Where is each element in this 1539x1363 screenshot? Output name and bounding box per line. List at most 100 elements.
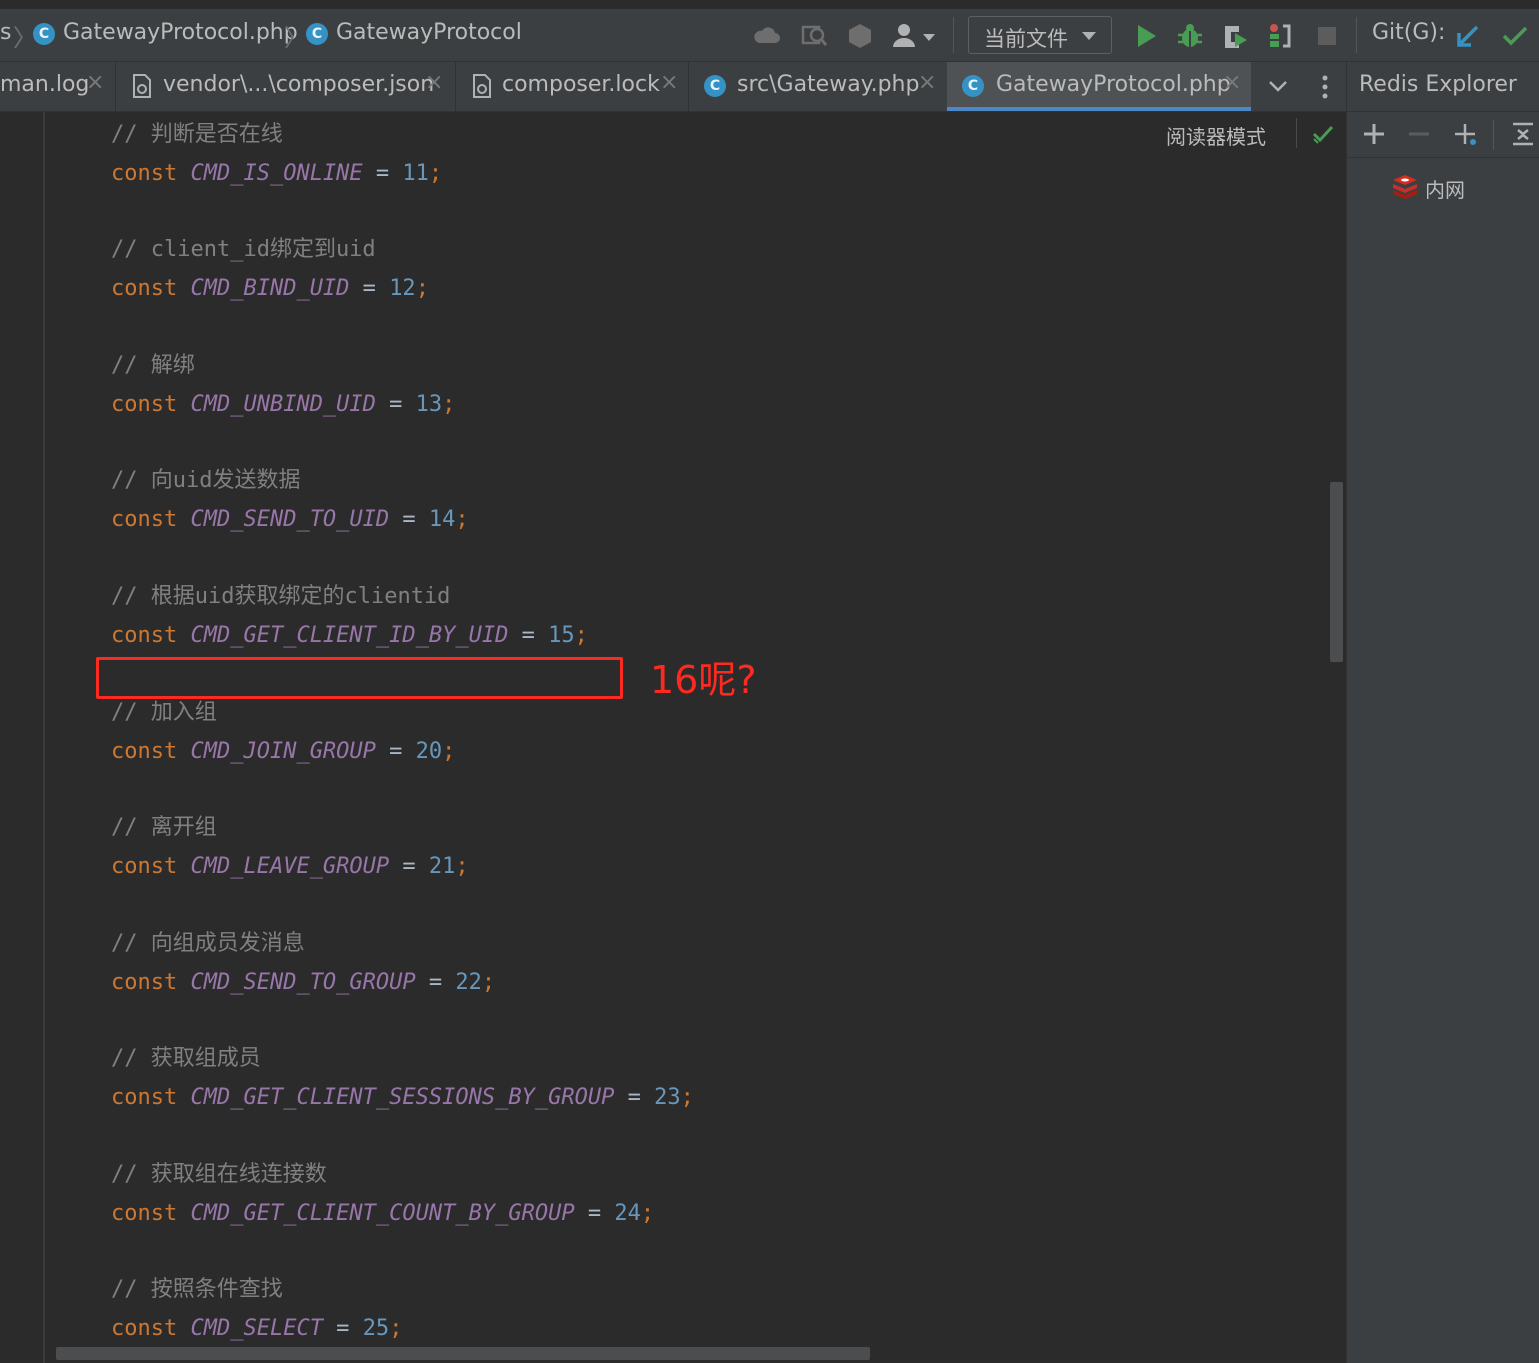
close-icon[interactable]: × <box>918 70 936 95</box>
redis-connection-label: 内网 <box>1425 178 1465 202</box>
code-constant-name: CMD_SELECT <box>190 1316 323 1341</box>
redis-explorer-title: Redis Explorer <box>1359 72 1517 97</box>
code-keyword: const <box>111 392 178 417</box>
code-operator: = <box>349 276 390 301</box>
close-icon[interactable]: × <box>660 70 678 95</box>
close-icon[interactable]: × <box>425 70 443 95</box>
code-const-line: const CMD_IS_ONLINE = 11; <box>111 159 442 189</box>
code-semicolon: ; <box>442 739 456 764</box>
toolbar-separator <box>1493 120 1494 150</box>
code-comment: // 判断是否在线 <box>111 122 283 147</box>
tab-man-log[interactable]: man.log × <box>0 62 115 111</box>
code-keyword: const <box>111 276 178 301</box>
tab-gateway-php[interactable]: C src\Gateway.php × <box>689 62 947 111</box>
tab-composer-lock[interactable]: composer.lock × <box>456 62 688 111</box>
breadcrumb-file[interactable]: GatewayProtocol.php <box>63 20 298 45</box>
code-const-line: const CMD_SEND_TO_UID = 14; <box>111 505 469 535</box>
code-semicolon: ; <box>680 1085 694 1110</box>
git-commit-icon[interactable] <box>1500 21 1530 51</box>
tab-label: GatewayProtocol.php <box>996 72 1231 97</box>
code-constant-name: CMD_SEND_TO_UID <box>190 507 390 532</box>
code-keyword: const <box>111 970 178 995</box>
tab-label: composer.lock <box>502 72 660 97</box>
code-keyword: const <box>111 854 178 879</box>
run-icon[interactable] <box>1131 21 1161 51</box>
cloud-icon[interactable] <box>752 21 782 51</box>
user-icon[interactable] <box>890 21 938 51</box>
code-comment: // 离开组 <box>111 815 217 840</box>
git-label: Git(G): <box>1372 20 1446 45</box>
breadcrumb-cut-item[interactable]: s <box>0 20 11 45</box>
redis-explorer-panel: Redis Explorer 内网 <box>1346 62 1539 1363</box>
code-constant-name: CMD_SEND_TO_GROUP <box>190 970 416 995</box>
code-semicolon: ; <box>455 854 469 879</box>
gutter-divider <box>43 112 45 1363</box>
code-constant-name: CMD_GET_CLIENT_ID_BY_UID <box>190 623 509 648</box>
chevron-down-icon[interactable] <box>1266 76 1290 96</box>
chevron-down-icon <box>1082 32 1096 40</box>
code-comment: // client_id绑定到uid <box>111 237 376 262</box>
editor-separator <box>1296 118 1297 148</box>
profiler-icon[interactable] <box>1265 21 1295 51</box>
hexagon-icon[interactable] <box>845 21 875 51</box>
remove-icon[interactable] <box>1405 120 1433 148</box>
code-const-line: const CMD_GET_CLIENT_ID_BY_UID = 15; <box>111 621 588 651</box>
code-const-line: const CMD_SEND_TO_GROUP = 22; <box>111 968 495 998</box>
highlight-box <box>96 657 623 699</box>
navigation-bar: s 〉 C GatewayProtocol.php 〉 C GatewayPro… <box>0 0 1539 62</box>
active-tab-indicator <box>947 107 1251 111</box>
code-const-line: const CMD_JOIN_GROUP = 20; <box>111 737 455 767</box>
redis-icon <box>1393 175 1417 199</box>
code-number: 24 <box>614 1201 641 1226</box>
code-operator: = <box>389 854 429 879</box>
tab-label: src\Gateway.php <box>737 72 920 97</box>
editor-tab-bar: man.log × vendor\...\composer.json × com… <box>0 62 1346 112</box>
close-icon[interactable]: × <box>1223 70 1241 95</box>
code-keyword: const <box>111 1085 178 1110</box>
inspection-ok-icon[interactable] <box>1310 121 1336 147</box>
code-semicolon: ; <box>481 970 496 995</box>
code-semicolon: ; <box>455 507 469 532</box>
code-operator: = <box>375 392 416 417</box>
code-constant-name: CMD_GET_CLIENT_COUNT_BY_GROUP <box>190 1201 575 1226</box>
more-options-icon[interactable] <box>1315 73 1335 101</box>
horizontal-scrollbar[interactable] <box>56 1347 870 1360</box>
code-operator: = <box>389 507 429 532</box>
annotation-text: 16呢? <box>650 658 757 702</box>
vertical-scrollbar[interactable] <box>1330 482 1343 662</box>
redis-explorer-header: Redis Explorer <box>1347 62 1539 112</box>
code-constant-name: CMD_GET_CLIENT_SESSIONS_BY_GROUP <box>190 1085 615 1110</box>
tab-composer-json[interactable]: vendor\...\composer.json × <box>116 62 455 111</box>
code-semicolon: ; <box>415 276 429 301</box>
code-keyword: const <box>111 161 178 186</box>
coverage-icon[interactable] <box>1220 21 1250 51</box>
tab-gatewayprotocol-php[interactable]: C GatewayProtocol.php × <box>947 62 1251 111</box>
git-update-icon[interactable] <box>1453 21 1483 51</box>
code-comment: // 获取组成员 <box>111 1046 261 1071</box>
code-operator: = <box>574 1201 615 1226</box>
code-semicolon: ; <box>640 1201 655 1226</box>
toolbar-separator <box>1356 17 1357 53</box>
stop-icon[interactable] <box>1312 21 1342 51</box>
breadcrumb-class[interactable]: GatewayProtocol <box>336 20 522 45</box>
code-comment: // 根据uid获取绑定的clientid <box>111 584 451 609</box>
find-icon[interactable] <box>799 21 829 51</box>
toolbar-separator <box>953 17 954 53</box>
collapse-all-icon[interactable] <box>1509 120 1537 148</box>
add-icon[interactable] <box>1360 120 1388 148</box>
code-number: 13 <box>415 392 443 417</box>
run-configuration-select[interactable]: 当前文件 <box>968 16 1112 54</box>
php-class-icon: C <box>33 23 55 45</box>
code-editor[interactable]: 阅读器模式 // 判断是否在线 const CMD_IS_ONLINE = 11;… <box>0 112 1346 1363</box>
reader-mode-toggle[interactable]: 阅读器模式 <box>1166 121 1266 150</box>
code-semicolon: ; <box>428 161 443 186</box>
code-keyword: const <box>111 1201 178 1226</box>
code-const-line: const CMD_UNBIND_UID = 13; <box>111 390 455 420</box>
close-icon[interactable]: × <box>86 70 104 95</box>
add-key-icon[interactable] <box>1451 120 1479 148</box>
debug-icon[interactable] <box>1175 21 1205 51</box>
code-operator: = <box>362 161 403 186</box>
tab-label: vendor\...\composer.json <box>163 72 435 97</box>
code-const-line: const CMD_LEAVE_GROUP = 21; <box>111 852 469 882</box>
code-number: 14 <box>428 507 456 532</box>
